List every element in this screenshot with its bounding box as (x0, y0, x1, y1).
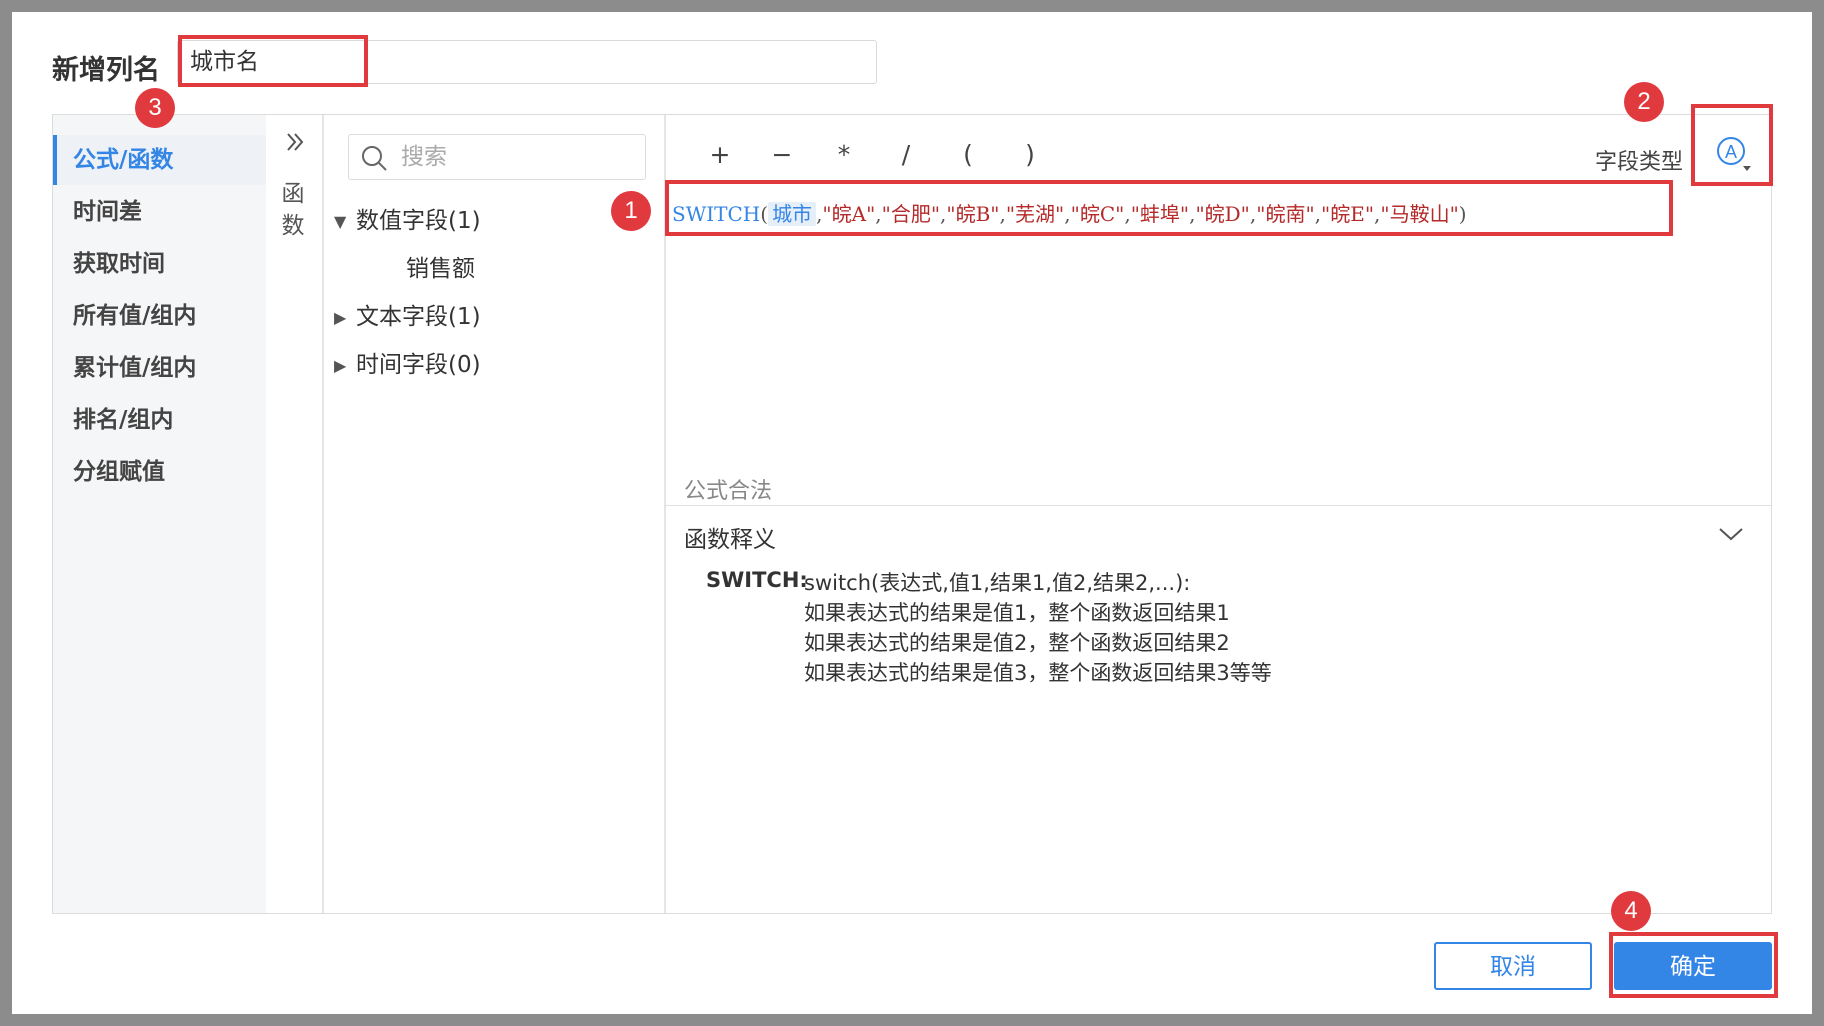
category-list: 公式/函数 时间差 获取时间 所有值/组内 累计值/组内 排名/组内 分组赋值 (53, 115, 266, 913)
annotation-badge: 4 (1611, 891, 1651, 931)
formula-validity-status: 公式合法 (684, 479, 773, 504)
function-panel-label[interactable]: 函 数 (278, 178, 308, 242)
tree-group-time[interactable]: ▶ 时间字段(0) (334, 350, 481, 381)
caret-right-icon: ▶ (334, 307, 347, 327)
category-item-get-time[interactable]: 获取时间 (53, 239, 266, 289)
function-label-char: 数 (281, 213, 305, 239)
tree-group-label: 数值字段(1) (356, 208, 481, 234)
annotation-highlight (665, 180, 1673, 236)
annotation-badge: 3 (135, 88, 175, 128)
category-item-cumulative[interactable]: 累计值/组内 (53, 343, 266, 393)
cancel-button[interactable]: 取消 (1434, 942, 1592, 990)
double-chevron-right-icon[interactable] (280, 130, 310, 160)
operator-plus-button[interactable]: + (705, 140, 735, 169)
dialog-title: 新增列名 (52, 55, 160, 86)
tree-group-label: 时间字段(0) (356, 352, 481, 378)
operator-minus-button[interactable]: − (767, 140, 797, 169)
search-icon (362, 146, 387, 171)
explanation-title: 函数释义 (684, 527, 776, 553)
explanation-line: switch(表达式,值1,结果1,值2,结果2,...): (804, 571, 1191, 595)
operator-lparen-button[interactable]: ( (953, 140, 983, 169)
tree-group-label: 文本字段(1) (356, 304, 481, 330)
category-item-group-assign[interactable]: 分组赋值 (53, 447, 266, 497)
caret-right-icon: ▶ (334, 355, 347, 375)
operator-divide-button[interactable]: / (891, 140, 921, 169)
explanation-line: 如果表达式的结果是值2，整个函数返回结果2 (804, 631, 1230, 655)
annotation-highlight (1691, 104, 1773, 186)
add-column-dialog: 新增列名 城市名 公式/函数 时间差 获取时间 所有值/组内 累计值/组内 排名… (12, 12, 1812, 1014)
field-search-box[interactable] (348, 134, 646, 180)
chevron-down-icon[interactable] (1717, 524, 1745, 544)
operator-multiply-button[interactable]: * (829, 140, 859, 169)
explanation-keyword: SWITCH: (706, 568, 808, 592)
function-label-char: 函 (281, 181, 305, 207)
annotation-badge: 2 (1624, 82, 1664, 122)
caret-down-icon: ▼ (334, 211, 347, 231)
category-item-time-diff[interactable]: 时间差 (53, 187, 266, 237)
category-item-formula[interactable]: 公式/函数 (53, 135, 266, 185)
annotation-highlight (1609, 932, 1778, 998)
field-item[interactable]: 销售额 (406, 254, 475, 284)
operator-rparen-button[interactable]: ) (1015, 140, 1045, 169)
category-item-all-values[interactable]: 所有值/组内 (53, 291, 266, 341)
field-type-label: 字段类型 (1595, 150, 1684, 175)
explanation-line: 如果表达式的结果是值1，整个函数返回结果1 (804, 601, 1230, 625)
divider (665, 505, 1771, 506)
annotation-badge: 1 (611, 191, 651, 231)
divider (322, 115, 324, 913)
category-item-rank[interactable]: 排名/组内 (53, 395, 266, 445)
explanation-line: 如果表达式的结果是值3，整个函数返回结果3等等 (804, 661, 1272, 685)
tree-group-numeric[interactable]: ▼ 数值字段(1) (334, 206, 481, 237)
search-input[interactable] (401, 135, 631, 179)
tree-group-text[interactable]: ▶ 文本字段(1) (334, 302, 481, 333)
annotation-highlight (178, 35, 368, 87)
